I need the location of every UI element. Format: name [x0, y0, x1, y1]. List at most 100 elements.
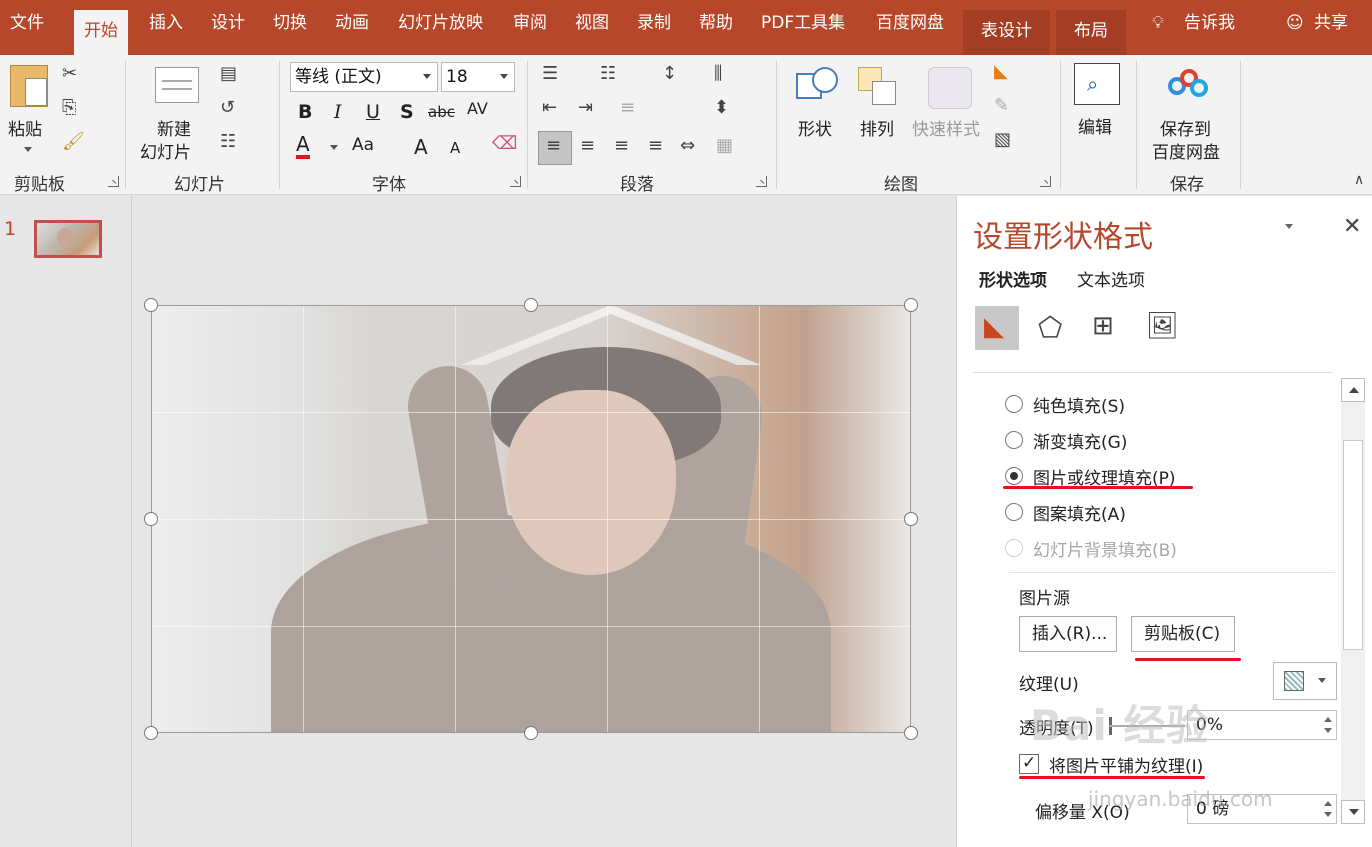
pattern-fill-radio[interactable] [1005, 503, 1023, 521]
cut-icon[interactable]: ✂ [62, 65, 77, 83]
shadow-button[interactable]: S [400, 101, 414, 123]
shape-effects-icon[interactable]: ▧ [994, 131, 1011, 149]
editing-button[interactable]: 编辑 [1078, 113, 1112, 138]
paragraph-dialog-launcher[interactable] [756, 176, 767, 187]
slide-thumbnail[interactable] [34, 220, 102, 258]
tab-home[interactable]: 开始 [74, 10, 128, 55]
clear-formatting-icon[interactable]: ⌫ [492, 135, 517, 153]
resize-handle-right[interactable] [904, 512, 918, 526]
align-text-icon[interactable]: ⬍ [714, 99, 729, 117]
collapse-ribbon-icon[interactable]: ∧ [1354, 173, 1364, 187]
tile-checkbox[interactable]: ✓ [1019, 753, 1039, 774]
find-icon[interactable]: ⌕ [1074, 63, 1120, 105]
font-name-combo[interactable]: 等线 (正文) [290, 62, 438, 92]
gradient-fill-radio[interactable] [1005, 431, 1023, 449]
arrange-button[interactable]: 排列 [860, 115, 894, 140]
copy-icon[interactable]: ⎘ [62, 99, 76, 117]
tab-help[interactable]: 帮助 [689, 0, 743, 47]
shapes-button[interactable]: 形状 [798, 115, 832, 140]
pane-options-dropdown[interactable] [1285, 224, 1293, 229]
line-spacing-icon[interactable]: ↕ [662, 65, 677, 83]
solid-fill-radio[interactable] [1005, 395, 1023, 413]
scroll-down-button[interactable] [1341, 800, 1365, 824]
shrink-font-button[interactable]: A [450, 139, 460, 157]
pane-scrollbar[interactable] [1341, 378, 1365, 824]
font-size-combo[interactable]: 18 [441, 62, 515, 92]
new-slide-label-line2[interactable]: 幻灯片 [140, 138, 191, 163]
resize-handle-left[interactable] [144, 512, 158, 526]
text-direction-icon[interactable]: ≡ [620, 99, 635, 117]
tile-checkbox-label[interactable]: 将图片平铺为纹理(I) [1049, 752, 1203, 777]
size-properties-icon[interactable]: ⊞ [1083, 306, 1127, 350]
scroll-thumb[interactable] [1343, 440, 1363, 650]
tab-slideshow[interactable]: 幻灯片放映 [388, 0, 493, 47]
share-button[interactable]: 共享 [1304, 0, 1358, 47]
shape-fill-icon[interactable]: ◣ [994, 63, 1008, 81]
insert-picture-button[interactable]: 插入(R)... [1019, 616, 1117, 652]
italic-button[interactable]: I [334, 101, 342, 123]
distributed-icon[interactable]: ⇔ [680, 137, 695, 155]
char-spacing-button[interactable]: AV [467, 99, 488, 118]
clipboard-dialog-launcher[interactable] [108, 176, 119, 187]
resize-handle-bottom[interactable] [524, 726, 538, 740]
lightbulb-icon[interactable]: 💡︎ [1142, 0, 1174, 47]
numbering-icon[interactable]: ☷ [600, 65, 616, 83]
grow-font-button[interactable]: A [414, 135, 428, 159]
baidu-netdisk-icon[interactable] [1168, 69, 1210, 101]
tab-text-options[interactable]: 文本选项 [1077, 266, 1145, 291]
close-pane-icon[interactable]: ✕ [1343, 214, 1361, 239]
texture-picker[interactable] [1273, 662, 1337, 700]
resize-handle-top-right[interactable] [904, 298, 918, 312]
smartart-icon[interactable]: ▦ [716, 137, 733, 155]
save-to-netdisk-line2[interactable]: 百度网盘 [1152, 138, 1220, 163]
clipboard-picture-button[interactable]: 剪贴板(C) [1131, 616, 1235, 652]
drawing-dialog-launcher[interactable] [1040, 176, 1051, 187]
tab-transitions[interactable]: 切换 [263, 0, 317, 47]
tab-insert[interactable]: 插入 [139, 0, 193, 47]
section-icon[interactable]: ☷ [220, 133, 236, 151]
transparency-spinner[interactable]: 0% [1187, 710, 1337, 740]
tab-table-design[interactable]: 表设计 [963, 10, 1050, 55]
paste-icon[interactable] [10, 65, 48, 107]
tell-me-search[interactable]: 告诉我 [1174, 0, 1245, 47]
tab-record[interactable]: 录制 [627, 0, 681, 47]
align-left-icon[interactable]: ≡ [546, 137, 561, 155]
arrange-icon[interactable] [858, 67, 900, 109]
font-dialog-launcher[interactable] [510, 176, 521, 187]
picture-icon[interactable]: 🖼︎ [1137, 306, 1181, 350]
shape-outline-icon[interactable]: ✎ [994, 97, 1009, 115]
tab-review[interactable]: 审阅 [503, 0, 557, 47]
slide-background-fill-radio[interactable] [1005, 539, 1023, 557]
picture-texture-fill-radio[interactable] [1005, 467, 1023, 485]
bold-button[interactable]: B [298, 101, 312, 123]
resize-handle-bottom-right[interactable] [904, 726, 918, 740]
quick-styles-icon[interactable] [928, 67, 972, 109]
resize-handle-top[interactable] [524, 298, 538, 312]
new-slide-icon[interactable] [155, 67, 199, 103]
layout-icon[interactable]: ▤ [220, 65, 237, 83]
scroll-up-button[interactable] [1341, 378, 1365, 402]
tab-file[interactable]: 文件 [0, 0, 54, 47]
font-color-button[interactable]: A [296, 133, 310, 159]
align-center-icon[interactable]: ≡ [580, 137, 595, 155]
tab-animations[interactable]: 动画 [325, 0, 379, 47]
quick-styles-button[interactable]: 快速样式 [912, 115, 980, 140]
tab-view[interactable]: 视图 [565, 0, 619, 47]
tab-shape-options[interactable]: 形状选项 [979, 266, 1047, 291]
tab-baidu-netdisk[interactable]: 百度网盘 [866, 0, 954, 47]
resize-handle-top-left[interactable] [144, 298, 158, 312]
columns-icon[interactable]: ⫼ [714, 65, 722, 83]
save-to-netdisk-line1[interactable]: 保存到 [1160, 115, 1211, 140]
paste-dropdown-caret[interactable] [24, 147, 32, 152]
tab-layout[interactable]: 布局 [1056, 10, 1126, 55]
format-painter-icon[interactable]: 🖌︎ [62, 133, 85, 151]
justify-icon[interactable]: ≡ [648, 137, 663, 155]
tab-pdf-tools[interactable]: PDF工具集 [751, 0, 855, 47]
bullets-icon[interactable]: ☰ [542, 65, 558, 83]
tab-design[interactable]: 设计 [201, 0, 255, 47]
strikethrough-button[interactable]: abc [428, 103, 455, 121]
change-case-button[interactable]: Aa [352, 135, 374, 155]
font-color-caret[interactable] [330, 145, 338, 150]
resize-handle-bottom-left[interactable] [144, 726, 158, 740]
increase-indent-icon[interactable]: ⇥ [578, 99, 593, 117]
